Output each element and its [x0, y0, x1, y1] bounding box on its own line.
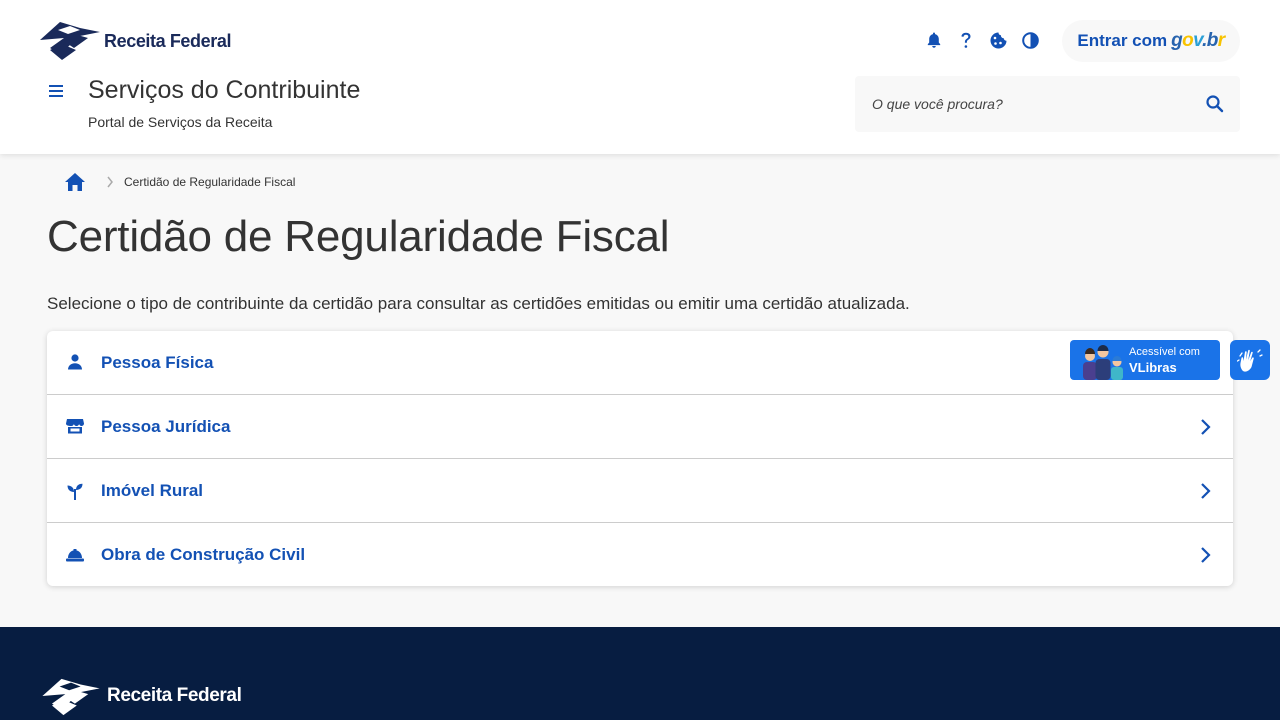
hard-hat-icon	[66, 546, 84, 564]
bell-icon[interactable]	[918, 26, 950, 54]
receita-federal-logo[interactable]: Receita Federal	[40, 18, 231, 62]
item-label: Imóvel Rural	[101, 480, 204, 500]
vlibras-button[interactable]	[1230, 340, 1270, 380]
search-input[interactable]	[855, 76, 1195, 132]
menu-toggle-button[interactable]	[44, 80, 68, 102]
site-title[interactable]: Serviços do Contribuinte	[88, 76, 360, 105]
footer-logo-text: Receita Federal	[107, 685, 242, 706]
list-item-pessoa-juridica[interactable]: Pessoa Jurídica	[47, 395, 1233, 459]
site-header: Receita Federal Entrar com gov.br Serviç…	[0, 0, 1280, 154]
sign-language-hands-icon	[1237, 349, 1263, 372]
vlibras-badge[interactable]: Acessível com VLibras	[1070, 340, 1220, 380]
chevron-right-icon	[1201, 419, 1211, 435]
list-item-obra-construcao-civil[interactable]: Obra de Construção Civil	[47, 523, 1233, 586]
sprout-icon	[66, 482, 84, 500]
contrast-icon[interactable]	[1014, 26, 1046, 54]
chevron-right-icon	[1201, 483, 1211, 499]
item-label: Pessoa Jurídica	[101, 416, 231, 436]
logo-text: Receita Federal	[104, 30, 232, 51]
list-item-pessoa-fisica[interactable]: Pessoa Física	[47, 331, 1233, 395]
site-subtitle: Portal de Serviços da Receita	[88, 114, 273, 130]
login-govbr-button[interactable]: Entrar com gov.br	[1062, 20, 1240, 62]
receita-federal-emblem-icon	[42, 678, 100, 716]
breadcrumb: Certidão de Regularidade Fiscal	[64, 172, 295, 192]
item-label: Pessoa Física	[101, 352, 214, 372]
vlibras-avatars-icon	[1083, 345, 1123, 380]
cookie-icon[interactable]	[982, 26, 1014, 54]
site-footer: Receita Federal	[0, 627, 1280, 720]
footer-receita-federal-logo[interactable]: Receita Federal	[40, 675, 242, 717]
help-icon[interactable]	[950, 26, 982, 54]
govbr-logo: gov.br	[1171, 30, 1225, 51]
receita-federal-emblem-icon	[40, 22, 100, 60]
vlibras-small-text: Acessível com	[1129, 346, 1200, 358]
home-icon[interactable]	[64, 172, 86, 192]
chevron-right-icon	[1201, 547, 1211, 563]
list-item-imovel-rural[interactable]: Imóvel Rural	[47, 459, 1233, 523]
store-icon	[66, 417, 84, 435]
search-bar	[855, 76, 1240, 132]
search-icon[interactable]	[1205, 94, 1225, 114]
item-label: Obra de Construção Civil	[101, 545, 306, 564]
page-intro: Selecione o tipo de contribuinte da cert…	[47, 294, 910, 313]
hamburger-menu-icon	[49, 85, 63, 97]
header-icon-bar	[918, 26, 1046, 54]
login-prefix: Entrar com	[1077, 31, 1168, 50]
contributor-type-list: Pessoa Física Pessoa Jurídica Imóvel Rur…	[47, 331, 1233, 586]
person-icon	[66, 353, 84, 371]
page-title: Certidão de Regularidade Fiscal	[47, 212, 670, 261]
breadcrumb-separator-icon	[107, 176, 113, 188]
vlibras-big-text: VLibras	[1129, 360, 1177, 375]
breadcrumb-current: Certidão de Regularidade Fiscal	[124, 175, 296, 189]
